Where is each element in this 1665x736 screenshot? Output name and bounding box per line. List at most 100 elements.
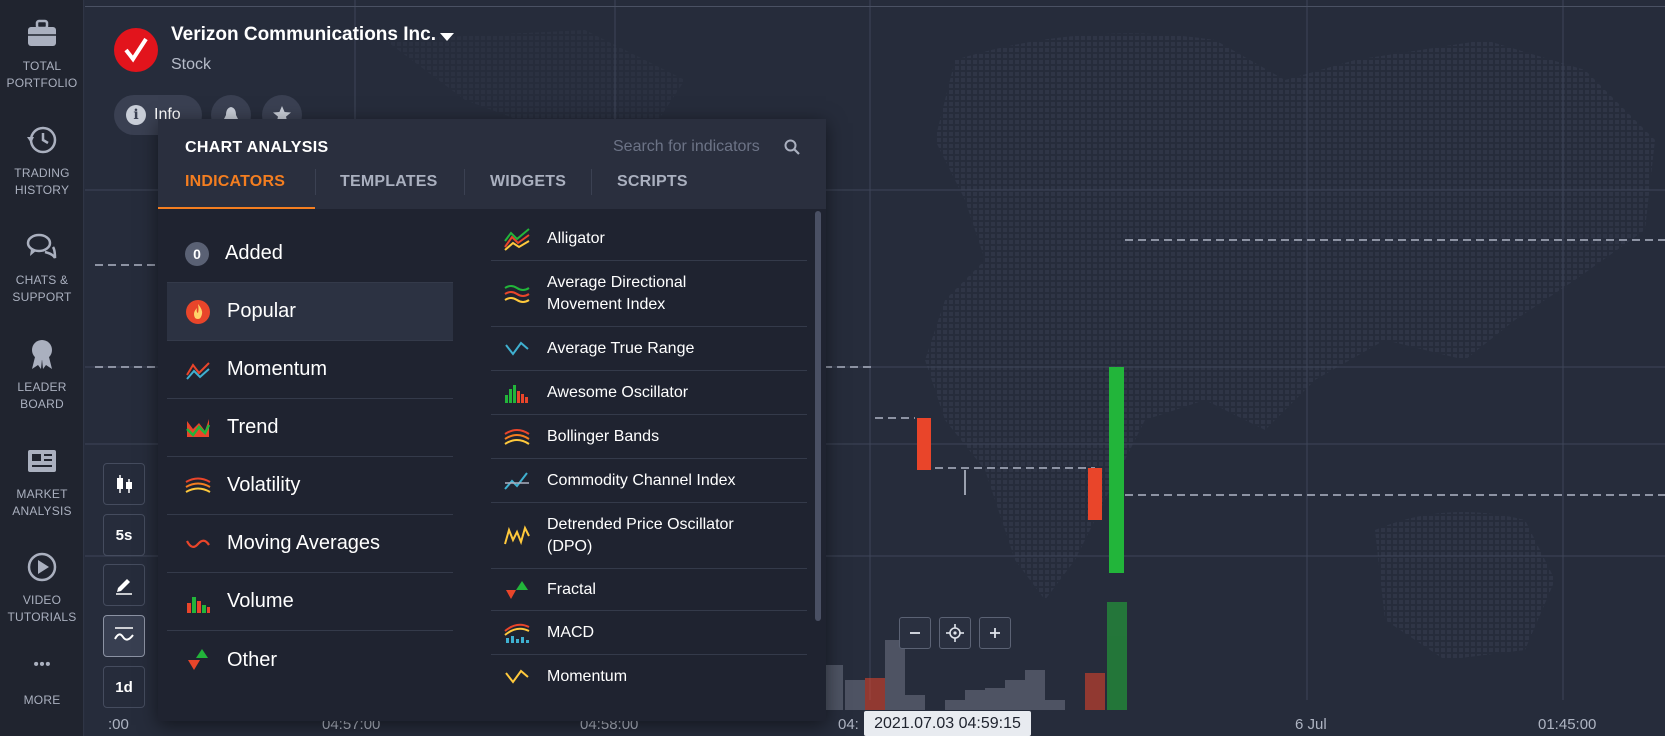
pencil-icon (116, 579, 132, 595)
moving-average-icon (185, 531, 211, 557)
indicator-label: Bollinger Bands (547, 427, 660, 445)
indicator-search-input[interactable]: Search for indicators (613, 138, 760, 156)
category-label: Moving Averages (227, 532, 381, 554)
fractal-icon (506, 580, 528, 599)
indicator-item-macd[interactable]: MACD (491, 611, 807, 655)
indicators-button[interactable] (103, 615, 145, 657)
checkmark-icon (124, 37, 148, 63)
indicator-item-fractal[interactable]: Fractal (491, 569, 807, 611)
timeframe-button[interactable]: 5s (103, 514, 145, 556)
time-axis-label: 04: (838, 716, 859, 733)
panel-header: CHART ANALYSIS Search for indicators IND… (158, 119, 826, 209)
asset-type: Stock (171, 56, 212, 73)
sidebar-label: CHATS & SUPPORT (12, 273, 72, 304)
candle-up (1109, 367, 1124, 573)
time-axis-label: 01:45:00 (1538, 716, 1597, 733)
zoom-in-button[interactable] (979, 617, 1011, 649)
sidebar-item-leader-board[interactable]: LEADER BOARD (0, 337, 84, 413)
trend-icon (185, 415, 211, 441)
zoom-out-button[interactable] (899, 617, 931, 649)
candlestick-icon (117, 475, 132, 493)
sidebar-item-market-analysis[interactable]: MARKET ANALYSIS (0, 444, 84, 520)
category-label: Trend (227, 416, 279, 438)
category-other[interactable]: Other (167, 631, 453, 689)
indicator-item-cci[interactable]: Commodity Channel Index (491, 459, 807, 503)
sidebar-item-video-tutorials[interactable]: VIDEO TUTORIALS (0, 550, 84, 626)
search-icon[interactable] (783, 138, 801, 156)
indicator-label: Fractal (547, 580, 596, 598)
tab-scripts[interactable]: SCRIPTS (617, 173, 688, 191)
indicator-label: Average Directional Movement Index (547, 273, 687, 313)
indicator-item-alligator[interactable]: Alligator (491, 217, 807, 261)
category-label: Volume (227, 590, 294, 612)
other-icon (185, 647, 211, 673)
sidebar-item-total-portfolio[interactable]: TOTAL PORTFOLIO (0, 16, 84, 92)
chevron-down-icon[interactable] (440, 33, 454, 41)
fire-icon (185, 299, 211, 325)
chart-type-button[interactable] (103, 463, 145, 505)
sidebar-item-more[interactable]: MORE (0, 658, 84, 709)
indicator-wave-icon (114, 627, 134, 641)
category-volatility[interactable]: Volatility (167, 457, 453, 515)
category-trend[interactable]: Trend (167, 399, 453, 457)
indicator-item-dpo[interactable]: Detrended Price Oscillator (DPO) (491, 503, 807, 569)
chart-analysis-panel: CHART ANALYSIS Search for indicators IND… (158, 119, 826, 721)
sidebar-label: TRADING HISTORY (14, 166, 70, 197)
volatility-icon (185, 473, 211, 499)
cursor-time-label: 2021.07.03 04:59:15 (864, 711, 1031, 736)
panel-title: CHART ANALYSIS (185, 139, 329, 156)
indicator-list-scrollbar[interactable] (815, 211, 821, 621)
indicator-label: Momentum (547, 668, 628, 685)
added-count-badge: 0 (185, 241, 209, 266)
category-moving-averages[interactable]: Moving Averages (167, 515, 453, 573)
indicator-item-atr[interactable]: Average True Range (491, 327, 807, 371)
plus-icon (990, 628, 1000, 638)
indicator-label: MACD (547, 623, 595, 641)
category-popular[interactable]: Popular (167, 283, 453, 341)
indicator-label: Awesome Oscillator (547, 383, 689, 401)
category-volume[interactable]: Volume (167, 573, 453, 631)
time-axis-label: 6 Jul (1295, 716, 1327, 733)
newspaper-icon (28, 450, 56, 472)
momentum-indicator-icon (505, 669, 529, 684)
tab-widgets[interactable]: WIDGETS (490, 173, 566, 191)
sidebar-label: LEADER BOARD (17, 380, 67, 411)
awesome-oscillator-icon (505, 384, 528, 403)
macd-icon (504, 623, 530, 643)
info-icon: i (126, 105, 146, 125)
indicator-label: Alligator (547, 229, 605, 247)
tab-indicators[interactable]: INDICATORS (185, 173, 285, 191)
category-added[interactable]: 0 Added (167, 225, 453, 283)
history-icon (27, 126, 57, 154)
cci-icon (504, 471, 529, 490)
sidebar-label: VIDEO TUTORIALS (7, 593, 77, 624)
period-button[interactable]: 1d (103, 666, 145, 708)
dpo-icon (504, 524, 530, 545)
category-momentum[interactable]: Momentum (167, 341, 453, 399)
indicator-item-momentum[interactable]: Momentum (491, 655, 807, 699)
category-label: Added (225, 242, 283, 264)
tab-templates[interactable]: TEMPLATES (340, 173, 438, 191)
indicator-item-bollinger-bands[interactable]: Bollinger Bands (491, 415, 807, 459)
chart-top-border (85, 6, 1665, 7)
candle-down (917, 418, 931, 470)
volume-icon (185, 589, 211, 615)
drawing-tools-button[interactable] (103, 564, 145, 606)
tab-divider (315, 169, 316, 195)
bollinger-icon (504, 428, 530, 445)
category-label: Popular (227, 300, 296, 322)
center-chart-button[interactable] (939, 617, 971, 649)
minus-icon (910, 632, 920, 634)
chat-icon (26, 233, 57, 259)
indicator-item-adx[interactable]: Average Directional Movement Index (491, 261, 807, 327)
sidebar-item-trading-history[interactable]: TRADING HISTORY (0, 123, 84, 199)
asset-logo (114, 28, 158, 72)
momentum-icon (185, 357, 211, 383)
crosshair-icon (946, 624, 964, 642)
sidebar-label: TOTAL PORTFOLIO (6, 59, 78, 90)
sidebar-item-chats-support[interactable]: CHATS & SUPPORT (0, 230, 84, 306)
time-axis-label: :00 (108, 716, 129, 733)
indicator-item-awesome-oscillator[interactable]: Awesome Oscillator (491, 371, 807, 415)
asset-name[interactable]: Verizon Communications Inc. (171, 24, 436, 46)
category-label: Volatility (227, 474, 301, 496)
